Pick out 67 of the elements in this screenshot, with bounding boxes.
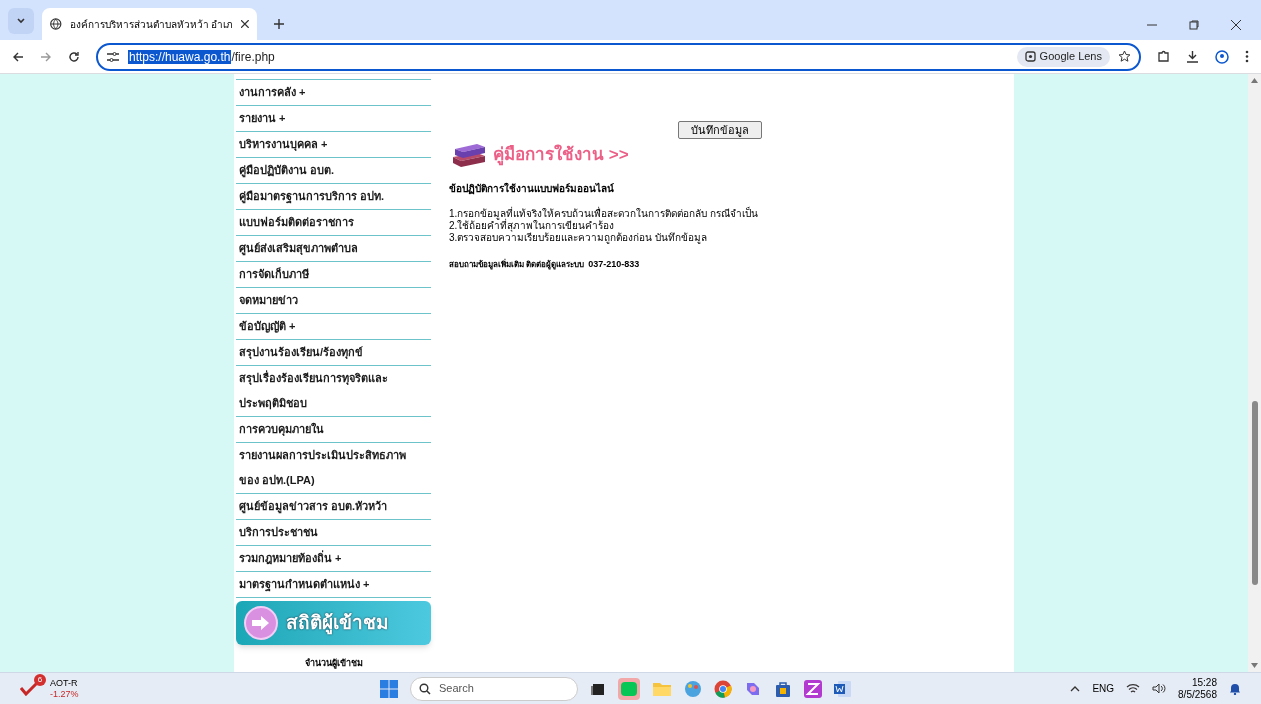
sidebar-menu-item[interactable]: สรุปงานร้องเรียน/ร้องทุกข์ (236, 340, 431, 366)
lens-icon (1024, 51, 1036, 62)
contact-phone: 037-210-833 (588, 258, 640, 271)
url-text: https://huawa.go.th/fire.php (128, 48, 275, 66)
download-icon[interactable] (1186, 50, 1199, 63)
profile-icon[interactable] (1215, 49, 1229, 64)
sidebar-menu-item[interactable]: สรุปเรื่องร้องเรียนการทุจริตและ ประพฤติมิชอบ (236, 366, 431, 417)
sidebar-menu-item[interactable]: มาตรฐานกำหนดตำแหน่ง + (236, 572, 431, 598)
sidebar-menu-item[interactable]: ศูนย์ส่งเสริมสุขภาพตำบล (236, 236, 431, 262)
forward-arrow-icon[interactable] (40, 50, 52, 63)
address-bar[interactable]: https://huawa.go.th/fire.php Google Lens (96, 42, 1141, 71)
stock-name: AOT-R (50, 677, 79, 689)
site-settings-icon[interactable] (106, 50, 120, 63)
scroll-up-icon[interactable] (1251, 78, 1258, 83)
reload-icon[interactable] (68, 50, 80, 63)
stock-change: -1.27% (50, 688, 79, 700)
sidebar-menu-item[interactable]: บริการประชาชน (236, 520, 431, 546)
rules-title: ข้อปฏิบัติการใช้งานแบบฟอร์มออนไลน์ (449, 181, 615, 196)
palette-icon[interactable] (684, 679, 702, 698)
document-app-icon[interactable] (834, 679, 852, 698)
search-icon (419, 682, 431, 695)
taskbar-search-field[interactable]: Search (410, 676, 578, 701)
tab-list-button[interactable] (8, 8, 34, 34)
sidebar-menu-item[interactable]: จดหมายข่าว (236, 288, 431, 314)
browser-icon[interactable] (714, 679, 732, 698)
close-icon[interactable] (1231, 20, 1241, 30)
chevron-up-icon[interactable] (1070, 685, 1081, 692)
speaker-icon[interactable] (1152, 683, 1167, 694)
sidebar-menu-item[interactable]: การควบคุมภายใน (236, 417, 431, 443)
sidebar-menu-item[interactable]: รวมกฎหมายท้องถิ่น + (236, 546, 431, 572)
wifi-icon[interactable] (1126, 683, 1141, 694)
restore-icon[interactable] (1189, 20, 1199, 30)
visitors-label: จำนวนผู้เข้าชม (303, 657, 364, 671)
notification-badge: 6 (34, 673, 46, 686)
app-tile-icon[interactable] (804, 679, 822, 698)
contact-label: สอบถามข้อมูลเพิ่มเติม ติดต่อผู้ดูแลระบบ (449, 258, 585, 271)
sidebar-menu-item[interactable]: แบบฟอร์มติดต่อราชการ (236, 210, 431, 236)
windows-start-icon[interactable] (380, 679, 398, 698)
globe-icon (50, 18, 62, 30)
sidebar-menu-item[interactable]: คู่มือปฏิบัติงาน อบต. (236, 158, 431, 184)
sidebar-menu-item[interactable]: ข้อบัญญัติ + (236, 314, 431, 340)
sidebar-menu-item[interactable]: ศูนย์ข้อมูลข่าวสาร อบต.หัวหว้า (236, 494, 431, 520)
clock-date[interactable]: 8/5/2568 (1178, 688, 1217, 701)
scroll-thumb[interactable] (1251, 401, 1258, 585)
browser-tab[interactable]: องค์การบริหารส่วนตำบลหัวหว้า อำเภ (42, 8, 257, 40)
close-tab-icon[interactable] (241, 20, 249, 28)
chevron-down-icon (16, 16, 26, 26)
rule-text: 1.กรอกข้อมูลที่แท้จริงให้ครบถ้วนเพื่อสะดวกในการติดต่อกลับ กรณีจำเป็น (449, 208, 760, 220)
scroll-down-icon[interactable] (1251, 663, 1258, 668)
new-tab-icon[interactable] (273, 18, 285, 30)
menu-dots-icon[interactable] (1245, 50, 1249, 63)
clock-time[interactable]: 15:28 (1191, 676, 1217, 689)
sidebar-menu-item[interactable]: คู่มือมาตรฐานการบริการ อปท. (236, 184, 431, 210)
sidebar-menu-item[interactable]: การจัดเก็บภาษี (236, 262, 431, 288)
rule-text: 3.ตรวจสอบความเรียบร้อยและความถูกต้องก่อน บันทึกข้อมูล (449, 232, 709, 244)
google-lens-chip[interactable]: Google Lens (1016, 46, 1110, 67)
sidebar-menu-item[interactable]: รายงาน + (236, 106, 431, 132)
store-bag-icon[interactable] (774, 679, 792, 698)
sidebar-menu-item[interactable]: งานการคลัง + (236, 80, 431, 106)
rule-text: 2.ใช้ถ้อยคำที่สุภาพในการเขียนคำร้อง (449, 220, 615, 232)
language-indicator[interactable]: ENG (1092, 681, 1115, 696)
back-arrow-icon[interactable] (12, 50, 24, 63)
save-button[interactable]: บันทึกข้อมูล (678, 121, 762, 139)
sidebar-menu-item[interactable]: บริหารงานบุคคล + (236, 132, 431, 158)
bell-icon[interactable] (1229, 682, 1241, 695)
bookmark-star-icon[interactable] (1118, 50, 1131, 63)
sidebar-menu-item[interactable]: รายงานผลการประเมินประสิทธภาพ ของ อปท.(LPA) (236, 443, 431, 494)
